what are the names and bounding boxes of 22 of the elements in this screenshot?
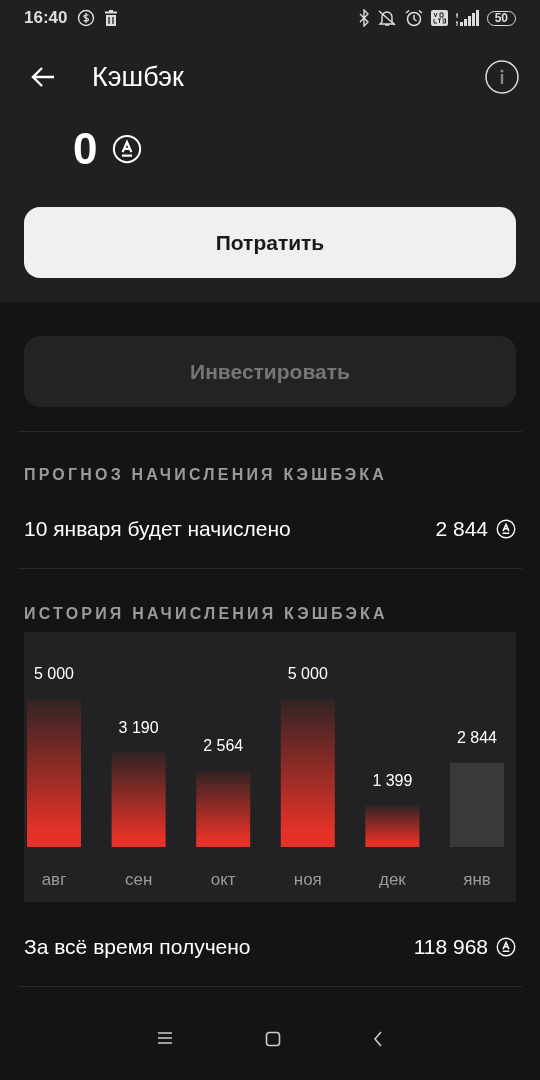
bar-value: 2 564	[203, 737, 244, 755]
month-label: авг	[41, 870, 67, 889]
forecast-amount: 2 844	[435, 517, 488, 541]
balance-amount: 0	[73, 124, 98, 174]
spend-button[interactable]: Потратить	[24, 207, 516, 278]
section-heading: ПРОГНОЗ НАЧИСЛЕНИЯ КЭШБЭКА	[24, 466, 389, 484]
bar-value: 1 399	[372, 771, 413, 789]
month-label: окт	[210, 870, 236, 889]
bar-value: 2 844	[457, 728, 497, 746]
month-label: сен	[124, 870, 153, 889]
status-time: 16:40	[24, 8, 68, 28]
bar-value: 5 000	[34, 665, 74, 682]
screen-title: Кэшбэк	[92, 61, 184, 93]
section-heading: ИСТОРИЯ НАЧИСЛЕНИЯ КЭШБЭКА	[24, 605, 389, 623]
total-label: За всё время получено	[24, 935, 251, 959]
month-label: ноя	[293, 870, 322, 889]
bar-value: 5 000	[287, 665, 328, 682]
total-amount: 118 968	[413, 935, 488, 959]
month-label: янв	[463, 870, 491, 889]
month-label: дек	[379, 870, 406, 889]
forecast-label: 10 января будет начислено	[24, 517, 291, 541]
bar-value: 3 190	[118, 718, 159, 736]
